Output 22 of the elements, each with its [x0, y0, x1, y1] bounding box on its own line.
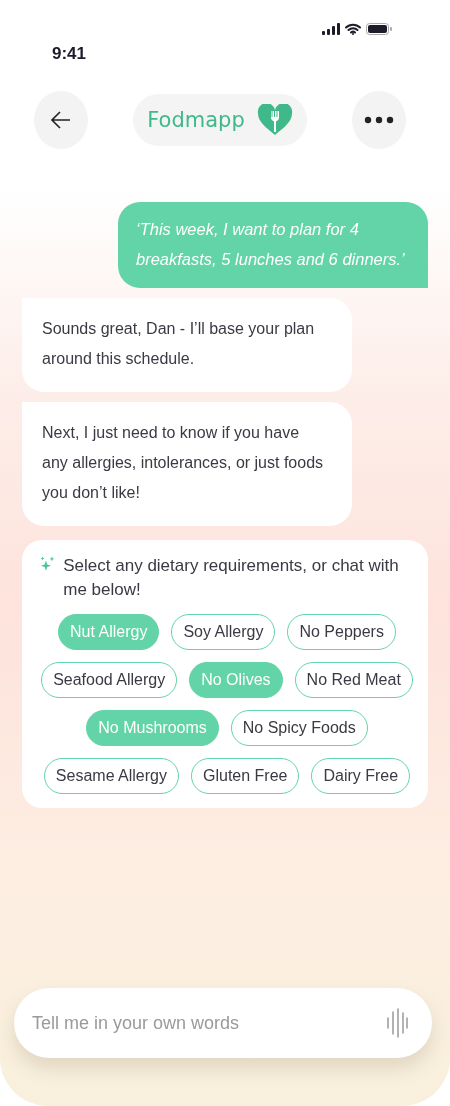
signal-icon [322, 23, 340, 35]
wifi-icon [345, 23, 361, 35]
diet-chip[interactable]: No Red Meat [294, 662, 413, 698]
diet-chip[interactable]: No Peppers [287, 614, 396, 650]
battery-icon [366, 23, 392, 35]
bot-message: Next, I just need to know if you have any allergies, intolerances, or just foods you don’t like! [22, 402, 352, 526]
diet-chip[interactable]: Dairy Free [311, 758, 411, 794]
diet-chip[interactable]: Soy Allergy [171, 614, 276, 650]
prompt-text: Select any dietary requirements, or chat with me below! [63, 555, 400, 601]
chat-input-bar[interactable]: Tell me in your own words [14, 988, 432, 1058]
user-message: ‘This week, I want to plan for 4 breakfasts, 5 lunches and 6 dinners.’ [118, 202, 428, 288]
status-time: 9:41 [52, 44, 87, 65]
diet-chip[interactable]: Sesame Allergy [43, 758, 179, 794]
chat-input-field[interactable]: Tell me in your own words [30, 1011, 386, 1035]
bot-message: Sounds great, Dan - I’ll base your plan around this schedule. [22, 298, 352, 392]
more-dots-icon[interactable] [364, 116, 394, 124]
app-title: Fodmapp [147, 108, 245, 132]
back-arrow-icon[interactable] [51, 111, 71, 129]
diet-chip[interactable]: Gluten Free [191, 758, 300, 794]
diet-chip[interactable]: No Spicy Foods [230, 710, 368, 746]
diet-chip[interactable]: Seafood Allergy [41, 662, 178, 698]
heart-fork-icon [256, 104, 293, 136]
